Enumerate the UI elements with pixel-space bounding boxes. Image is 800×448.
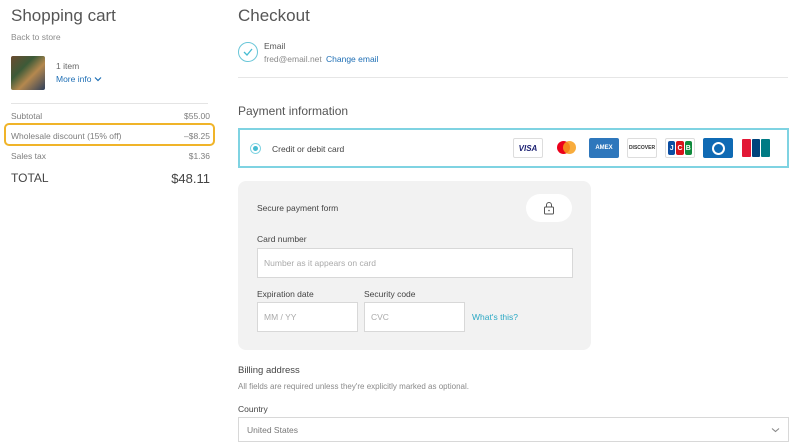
item-count: 1 item bbox=[56, 61, 80, 71]
tax-row: Sales tax $1.36 bbox=[11, 151, 210, 161]
card-number-input[interactable]: Number as it appears on card bbox=[257, 248, 573, 278]
total-value: $48.11 bbox=[171, 171, 210, 186]
security-code-label: Security code bbox=[364, 289, 416, 299]
subtotal-label: Subtotal bbox=[11, 111, 43, 121]
more-info-label: More info bbox=[56, 74, 92, 84]
payment-title: Payment information bbox=[238, 104, 349, 118]
jcb-logo: J C B bbox=[665, 138, 695, 158]
whats-this-link[interactable]: What's this? bbox=[472, 312, 518, 322]
chevron-down-icon bbox=[95, 77, 102, 82]
chevron-down-icon bbox=[771, 427, 780, 432]
subtotal-row: Subtotal $55.00 bbox=[11, 111, 210, 121]
secure-payment-form: Secure payment form Card number Number a… bbox=[238, 181, 591, 350]
email-label: Email bbox=[264, 41, 286, 51]
discount-highlight bbox=[4, 123, 215, 146]
mastercard-logo bbox=[551, 138, 581, 158]
change-email-link[interactable]: Change email bbox=[326, 54, 378, 64]
unionpay-logo bbox=[741, 138, 771, 158]
visa-logo: VISA bbox=[513, 138, 543, 158]
card-number-label: Card number bbox=[257, 234, 307, 244]
product-thumbnail bbox=[11, 56, 45, 90]
checkout-title: Checkout bbox=[238, 6, 310, 25]
back-to-store-link[interactable]: Back to store bbox=[11, 32, 61, 42]
diners-logo bbox=[703, 138, 733, 158]
subtotal-value: $55.00 bbox=[184, 111, 210, 121]
card-logos: VISA AMEX DISCOVER J C B bbox=[513, 138, 771, 158]
email-value: fred@email.net bbox=[264, 54, 322, 64]
card-payment-option[interactable]: Credit or debit card VISA AMEX DISCOVER … bbox=[238, 128, 789, 168]
billing-note: All fields are required unless they're e… bbox=[238, 382, 469, 391]
country-label: Country bbox=[238, 404, 268, 414]
lock-icon bbox=[526, 194, 572, 222]
country-value: United States bbox=[247, 424, 299, 435]
discover-logo: DISCOVER bbox=[627, 138, 657, 158]
cart-divider bbox=[11, 103, 208, 104]
cart-title: Shopping cart bbox=[11, 6, 116, 25]
expiration-label: Expiration date bbox=[257, 289, 314, 299]
country-select[interactable]: United States bbox=[238, 417, 789, 442]
expiration-input[interactable]: MM / YY bbox=[257, 302, 358, 332]
tax-label: Sales tax bbox=[11, 151, 46, 161]
card-radio[interactable] bbox=[250, 143, 261, 154]
amex-logo: AMEX bbox=[589, 138, 619, 158]
checkmark-icon bbox=[238, 42, 258, 62]
security-code-input[interactable]: CVC bbox=[364, 302, 465, 332]
card-option-label: Credit or debit card bbox=[272, 144, 345, 154]
checkout-divider bbox=[238, 77, 788, 78]
total-row: TOTAL $48.11 bbox=[11, 171, 210, 186]
total-label: TOTAL bbox=[11, 171, 49, 185]
secure-form-label: Secure payment form bbox=[257, 203, 339, 213]
more-info-toggle[interactable]: More info bbox=[56, 74, 102, 84]
tax-value: $1.36 bbox=[188, 151, 210, 161]
billing-title: Billing address bbox=[238, 365, 300, 376]
